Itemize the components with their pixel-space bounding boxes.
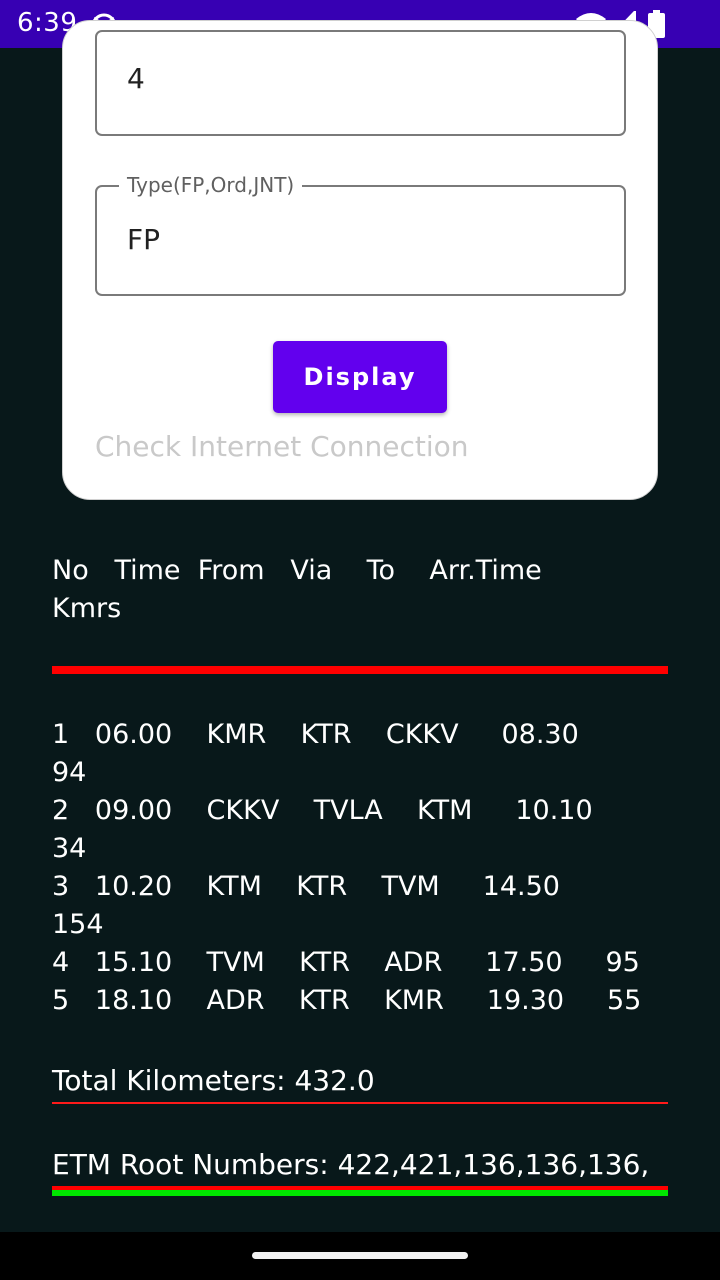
type-field[interactable]: Type(FP,Ord,JNT) FP — [95, 172, 626, 296]
type-field-label: Type(FP,Ord,JNT) — [119, 172, 303, 198]
etm-green-divider — [52, 1190, 668, 1196]
schedule-row: 4 15.10 TVM KTR ADR 17.50 95 — [52, 947, 640, 978]
header-divider — [52, 666, 668, 674]
number-field[interactable]: 4 — [95, 30, 626, 136]
type-field-value: FP — [127, 223, 160, 256]
schedule-header-line-2: Kmrs — [52, 593, 122, 624]
connection-message: Check Internet Connection — [95, 430, 469, 463]
total-divider — [52, 1102, 668, 1104]
number-field-value: 4 — [127, 62, 145, 95]
schedule-row: 1 06.00 KMR KTR CKKV 08.30 — [52, 719, 579, 750]
schedule-row: 34 — [52, 833, 87, 864]
schedule-row: 2 09.00 CKKV TVLA KTM 10.10 — [52, 795, 593, 826]
total-kilometers: Total Kilometers: 432.0 — [52, 1064, 375, 1097]
display-button[interactable]: Display — [273, 341, 447, 413]
etm-root-numbers: ETM Root Numbers: 422,421,136,136,136, — [52, 1148, 650, 1181]
home-gesture-handle[interactable] — [252, 1252, 468, 1259]
schedule-header-line-1: No Time From Via To Arr.Time — [52, 555, 542, 586]
schedule-row: 3 10.20 KTM KTR TVM 14.50 — [52, 871, 560, 902]
schedule-row: 94 — [52, 757, 87, 788]
schedule-row: 5 18.10 ADR KTR KMR 19.30 55 — [52, 985, 642, 1016]
schedule-row: 154 — [52, 909, 104, 940]
